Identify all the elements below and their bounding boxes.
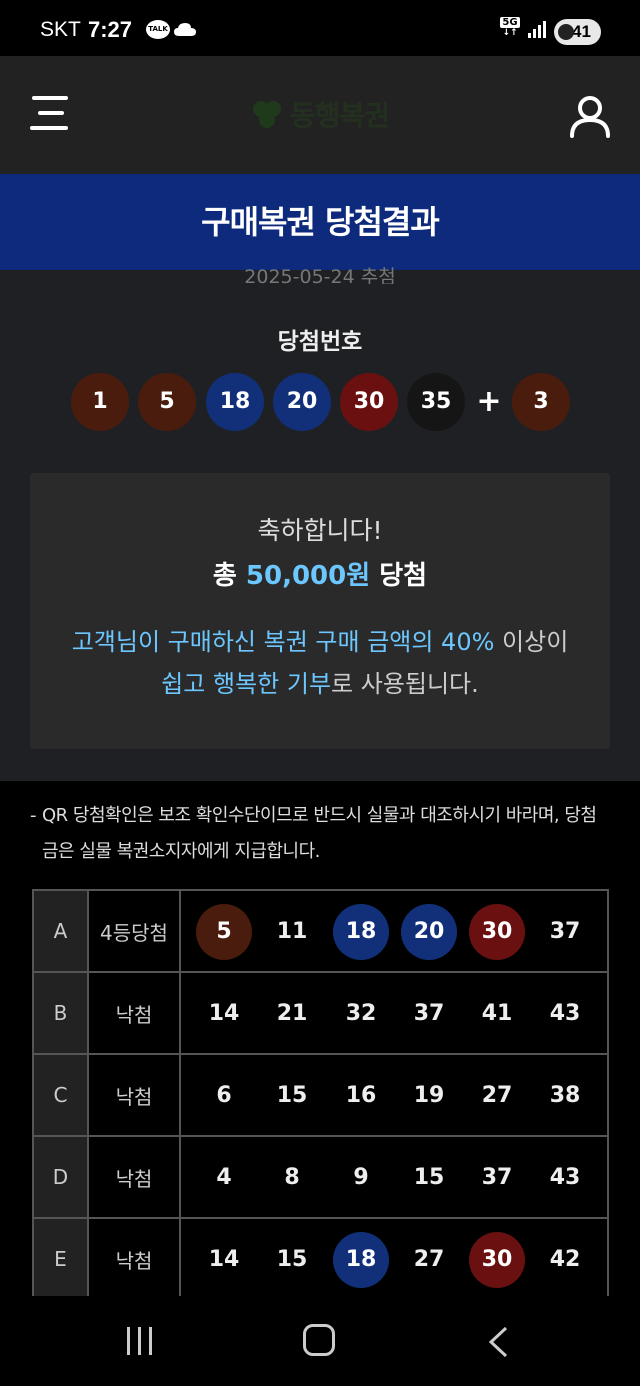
game-result: 4등당첨: [87, 889, 181, 973]
ticket-number: 15: [276, 1083, 308, 1108]
game-label: B: [32, 971, 89, 1055]
game-label: D: [32, 1135, 89, 1219]
plus-sign: +: [476, 384, 502, 419]
ticket-number: 43: [549, 1165, 581, 1190]
game-label: A: [32, 889, 89, 973]
draw-date: 2025-05-24 추첨: [244, 266, 396, 284]
ticket-number: 27: [413, 1247, 445, 1272]
network-5g-icon: 5G ↓↑: [500, 17, 520, 41]
donation-text-2: 로 사용됩니다.: [331, 670, 479, 698]
bonus-number-ball: 3: [512, 373, 570, 431]
game-label: C: [32, 1053, 89, 1137]
winning-numbers: + 1 5 18 20 30 35 3: [0, 373, 640, 431]
ticket-number: 15: [413, 1165, 445, 1190]
recent-apps-icon[interactable]: [124, 1327, 156, 1355]
status-bar: SKT 7:27 TALK 5G ↓↑ 41: [0, 0, 640, 56]
ticket-number: 21: [276, 1001, 308, 1026]
game-result: 낙첨: [87, 1053, 181, 1137]
qr-notice: - QR 당첨확인은 보조 확인수단이므로 반드시 실물과 대조하시기 바라며,…: [30, 798, 610, 870]
ticket-number: 42: [549, 1247, 581, 1272]
ticket-number: 9: [353, 1165, 369, 1190]
ticket-number: 38: [549, 1083, 581, 1108]
signal-icon: [527, 19, 547, 43]
game-numbers: 4 8 9 15 37 43: [179, 1135, 609, 1219]
donation-message: 고객님이 구매하신 복권 구매 금액의 40% 이상이 쉽고 행복한 기부로 사…: [30, 621, 610, 705]
ticket-number: 19: [413, 1083, 445, 1108]
game-label: E: [32, 1217, 89, 1301]
ticket-number: 37: [481, 1165, 513, 1190]
prize-total: 총 50,000원 당첨: [30, 555, 610, 592]
congrats-message: 축하합니다!: [257, 516, 383, 545]
matched-number-ball: 5: [196, 904, 252, 960]
winning-number-ball: 1: [71, 373, 129, 431]
matched-number-ball: 30: [469, 1232, 525, 1288]
logo-text: 동행복권: [290, 99, 390, 132]
battery-level: 41: [572, 22, 591, 41]
ticket-number: 14: [208, 1247, 240, 1272]
game-result: 낙첨: [87, 1217, 181, 1301]
ticket-number: 37: [549, 919, 581, 944]
power-saving-icon: [558, 24, 574, 40]
prize-box: 축하합니다! 총 50,000원 당첨 고객님이 구매하신 복권 구매 금액의 …: [30, 473, 610, 749]
page-title: 구매복권 당첨결과: [0, 174, 640, 270]
network-label: 5G: [500, 17, 520, 28]
user-icon[interactable]: [566, 92, 614, 140]
clover-logo-icon: [253, 101, 281, 128]
ticket-number: 37: [413, 1001, 445, 1026]
winning-number-ball: 30: [340, 373, 398, 431]
prize-prefix: 총: [212, 561, 246, 591]
donation-text-1: 이상이: [494, 628, 569, 656]
ticket-results-table: A 4등당첨 5 11 18 20 30 37 B 낙첨 14 21 32 37 41 43 C 낙첨 6 15 16 1…: [32, 889, 609, 1301]
game-result: 낙첨: [87, 971, 181, 1055]
matched-number-ball: 18: [333, 904, 389, 960]
matched-number-ball: 20: [401, 904, 457, 960]
notice-dash: -: [30, 805, 37, 826]
system-nav-bar: [0, 1296, 640, 1386]
game-numbers: 5 11 18 20 30 37: [179, 889, 609, 973]
carrier-label: SKT: [40, 18, 81, 41]
ticket-number: 43: [549, 1001, 581, 1026]
game-numbers: 6 15 16 19 27 38: [179, 1053, 609, 1137]
donation-text-highlight-1: 고객님이 구매하신 복권 구매 금액의 40%: [71, 628, 495, 656]
kakaotalk-icon: TALK: [146, 20, 170, 39]
home-icon[interactable]: [303, 1324, 335, 1356]
matched-number-ball: 18: [333, 1232, 389, 1288]
matched-number-ball: 30: [469, 904, 525, 960]
prize-suffix: 당첨: [370, 561, 428, 591]
ticket-number: 4: [216, 1165, 232, 1190]
cloud-icon: [173, 21, 197, 41]
winning-numbers-title: 당첨번호: [277, 329, 363, 355]
ticket-number: 11: [276, 919, 308, 944]
winning-number-ball: 35: [407, 373, 465, 431]
ticket-row: C 낙첨 6 15 16 19 27 38: [32, 1053, 609, 1137]
game-numbers: 14 21 32 37 41 43: [179, 971, 609, 1055]
dhlottery-logo[interactable]: 동행복권: [250, 94, 390, 134]
ticket-number: 15: [276, 1247, 308, 1272]
ticket-number: 6: [216, 1083, 232, 1108]
ticket-number: 27: [481, 1083, 513, 1108]
donation-text-highlight-2: 쉽고 행복한 기부: [161, 670, 332, 698]
ticket-number: 16: [345, 1083, 377, 1108]
ticket-number: 32: [345, 1001, 377, 1026]
ticket-row: A 4등당첨 5 11 18 20 30 37: [32, 889, 609, 973]
ticket-number: 8: [284, 1165, 300, 1190]
ticket-row: E 낙첨 14 15 18 27 30 42: [32, 1217, 609, 1301]
back-icon[interactable]: [486, 1326, 510, 1358]
winning-number-ball: 18: [206, 373, 264, 431]
winning-number-ball: 5: [138, 373, 196, 431]
clock: 7:27: [88, 17, 133, 42]
app-header: 동행복권: [0, 56, 640, 174]
ticket-row: D 낙첨 4 8 9 15 37 43: [32, 1135, 609, 1219]
notice-text: QR 당첨확인은 보조 확인수단이므로 반드시 실물과 대조하시기 바라며, 당…: [42, 805, 597, 862]
prize-amount: 50,000원: [245, 561, 371, 591]
winning-number-ball: 20: [273, 373, 331, 431]
game-result: 낙첨: [87, 1135, 181, 1219]
battery-indicator: 41: [554, 19, 601, 45]
draw-result-section: 2025-05-24 추첨 당첨번호 + 1 5 18 20 30 35 3 축하합니다! …: [0, 266, 640, 781]
ticket-row: B 낙첨 14 21 32 37 41 43: [32, 971, 609, 1055]
ticket-number: 41: [481, 1001, 513, 1026]
hamburger-menu-icon[interactable]: [30, 96, 70, 132]
game-numbers: 14 15 18 27 30 42: [179, 1217, 609, 1301]
ticket-number: 14: [208, 1001, 240, 1026]
